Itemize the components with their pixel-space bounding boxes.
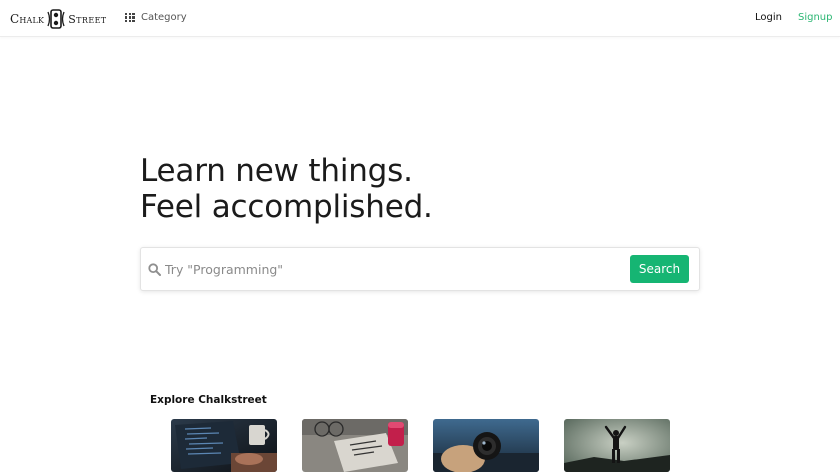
search-input[interactable] xyxy=(165,258,625,280)
hero-line-2: Feel accomplished. xyxy=(140,189,433,225)
explore-tile-camera-lens[interactable] xyxy=(433,419,539,472)
login-link[interactable]: Login xyxy=(755,12,782,23)
top-navbar: Chalk Street Category Login Signup xyxy=(0,0,840,37)
chalkstreet-logo[interactable]: Chalk Street xyxy=(10,9,107,29)
book-image xyxy=(302,419,408,472)
lens-image xyxy=(433,419,539,472)
search-icon xyxy=(148,263,161,276)
explore-section-title: Explore Chalkstreet xyxy=(150,394,267,406)
category-menu[interactable]: Category xyxy=(125,12,187,23)
logo-word-chalk: Chalk xyxy=(10,12,45,26)
hero-headline: Learn new things. Feel accomplished. xyxy=(140,153,433,225)
signup-link[interactable]: Signup xyxy=(798,12,833,23)
explore-tile-summit-silhouette[interactable] xyxy=(564,419,670,472)
hero-line-1: Learn new things. xyxy=(140,153,413,189)
search-button[interactable]: Search xyxy=(630,255,689,283)
grid-icon xyxy=(125,12,135,23)
laptop-image xyxy=(171,419,277,472)
explore-tile-coding-laptop[interactable] xyxy=(171,419,277,472)
category-label: Category xyxy=(141,12,187,23)
search-bar: Search xyxy=(140,247,700,291)
logo-word-street: Street xyxy=(68,12,107,26)
person-summit-image xyxy=(564,419,670,472)
logo-emblem-icon xyxy=(47,9,65,29)
explore-tile-business-book[interactable] xyxy=(302,419,408,472)
